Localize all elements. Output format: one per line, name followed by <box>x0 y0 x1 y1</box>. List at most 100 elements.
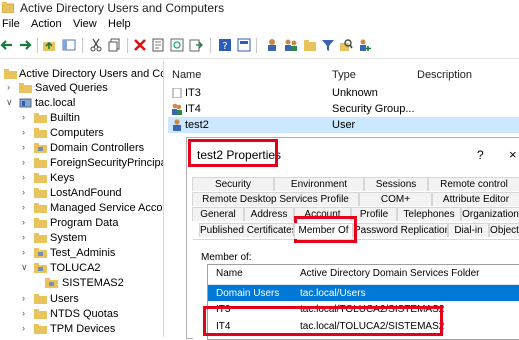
highlight-dialog-title <box>188 139 278 167</box>
highlight-it4-row <box>203 306 443 336</box>
tab-address[interactable]: Address <box>244 207 294 221</box>
column-folder[interactable]: Active Directory Domain Services Folder <box>300 268 480 279</box>
list-item-name: test2 <box>185 119 209 131</box>
window-title: Active Directory Users and Computers <box>20 1 225 15</box>
ou-icon <box>34 263 47 273</box>
member-of-row-selected[interactable]: Domain Users tac.local/Users <box>208 285 519 301</box>
group-name: Domain Users <box>216 288 280 299</box>
chevron-down-icon[interactable]: ∨ <box>21 262 29 273</box>
close-button[interactable]: × <box>509 147 517 162</box>
chevron-right-icon[interactable]: › <box>22 112 30 122</box>
svg-text:?: ? <box>222 41 227 52</box>
tree-label: TPM Devices <box>50 323 116 335</box>
export-list-icon[interactable] <box>189 38 203 52</box>
tree-label: ForeignSecurityPrincipals <box>50 157 164 169</box>
chevron-right-icon[interactable]: › <box>22 157 30 167</box>
chevron-right-icon[interactable]: › <box>22 142 30 152</box>
chevron-right-icon[interactable]: › <box>22 308 30 318</box>
tab-com-plus[interactable]: COM+ <box>359 192 432 206</box>
chevron-right-icon[interactable]: › <box>7 82 15 92</box>
list-item[interactable]: IT3 Unknown <box>168 85 519 101</box>
tree-label: Builtin <box>50 112 80 124</box>
chevron-right-icon[interactable]: › <box>22 323 30 333</box>
new-user-icon[interactable] <box>266 38 280 52</box>
tab-environment[interactable]: Environment <box>274 177 364 191</box>
column-type[interactable]: Type <box>332 69 356 81</box>
chevron-right-icon[interactable]: › <box>22 293 30 303</box>
tab-security[interactable]: Security <box>192 177 274 191</box>
toolbar-separator <box>82 38 83 53</box>
column-description[interactable]: Description <box>417 69 472 81</box>
user-icon <box>172 119 182 131</box>
help-button[interactable]: ? <box>477 148 484 162</box>
copy-icon[interactable] <box>108 38 122 52</box>
menu-view[interactable]: View <box>73 18 97 30</box>
chevron-right-icon[interactable]: › <box>22 187 30 197</box>
toolbar: ? <box>0 33 519 59</box>
tab-member-of[interactable]: Member Of <box>294 223 353 239</box>
up-folder-icon[interactable] <box>42 38 56 52</box>
group-folder: tac.local/Users <box>300 288 366 299</box>
tab-telephones[interactable]: Telephones <box>397 207 461 221</box>
find-icon[interactable] <box>339 38 353 52</box>
tab-general[interactable]: General <box>192 207 244 221</box>
refresh-icon[interactable] <box>170 38 184 52</box>
menu-bar: File Action View Help <box>0 16 519 33</box>
forward-icon[interactable] <box>18 38 32 52</box>
filter-icon[interactable] <box>321 38 335 52</box>
menu-file[interactable]: File <box>2 18 20 30</box>
folder-icon <box>34 113 47 123</box>
tree-label: Program Data <box>50 217 119 229</box>
list-item[interactable]: IT4 Security Group... <box>168 101 519 117</box>
tab-password-replication[interactable]: Password Replication <box>353 223 448 237</box>
tab-profile[interactable]: Profile <box>351 207 397 221</box>
cut-icon[interactable] <box>89 38 103 52</box>
help-icon[interactable]: ? <box>218 38 232 52</box>
column-name[interactable]: Name <box>172 69 201 81</box>
tree-label: Test_Adminis <box>50 247 116 259</box>
tab-rds-profile[interactable]: Remote Desktop Services Profile <box>192 192 359 206</box>
folder-icon <box>34 128 47 138</box>
chevron-down-icon[interactable]: ∨ <box>6 97 14 108</box>
tree-label: Active Directory Users and Com <box>19 68 164 80</box>
folder-icon <box>34 203 47 213</box>
tab-object[interactable]: Object <box>489 223 519 237</box>
new-ou-icon[interactable] <box>303 38 317 52</box>
toolbar-separator <box>210 38 211 53</box>
back-icon[interactable] <box>0 38 14 52</box>
chevron-right-icon[interactable]: › <box>22 217 30 227</box>
delete-icon[interactable] <box>133 38 147 52</box>
chevron-right-icon[interactable]: › <box>22 172 30 182</box>
folder-icon <box>34 188 47 198</box>
snap-in-icon[interactable] <box>237 38 251 52</box>
unknown-object-icon <box>172 87 182 99</box>
tab-dial-in[interactable]: Dial-in <box>448 223 489 237</box>
new-group-icon[interactable] <box>284 38 298 52</box>
folder-icon <box>34 173 47 183</box>
folder-icon <box>34 294 47 304</box>
menu-action[interactable]: Action <box>31 18 62 30</box>
toolbar-separator <box>256 38 257 53</box>
tab-organization[interactable]: Organization <box>461 207 519 221</box>
tab-published-certificates[interactable]: Published Certificates <box>199 223 294 237</box>
chevron-right-icon[interactable]: › <box>22 202 30 212</box>
folder-icon <box>34 309 47 319</box>
chevron-right-icon[interactable]: › <box>22 232 30 242</box>
tab-sessions[interactable]: Sessions <box>364 177 428 191</box>
properties-icon[interactable] <box>151 38 165 52</box>
list-item-type: Unknown <box>332 87 378 99</box>
show-tree-icon[interactable] <box>62 38 76 52</box>
folder-icon <box>34 324 47 334</box>
ou-icon <box>45 278 58 288</box>
tree-label: Managed Service Accour <box>50 202 164 214</box>
menu-help[interactable]: Help <box>108 18 131 30</box>
tree-label: Keys <box>50 172 75 184</box>
add-to-group-icon[interactable] <box>358 38 372 52</box>
tab-remote-control[interactable]: Remote control <box>428 177 519 191</box>
list-item-selected[interactable]: test2 User <box>168 117 519 133</box>
tab-attribute-editor[interactable]: Attribute Editor <box>432 192 519 206</box>
column-name[interactable]: Name <box>216 268 243 279</box>
chevron-right-icon[interactable]: › <box>22 127 30 137</box>
title-bar: Active Directory Users and Computers <box>0 0 519 16</box>
chevron-right-icon[interactable]: › <box>22 247 30 257</box>
